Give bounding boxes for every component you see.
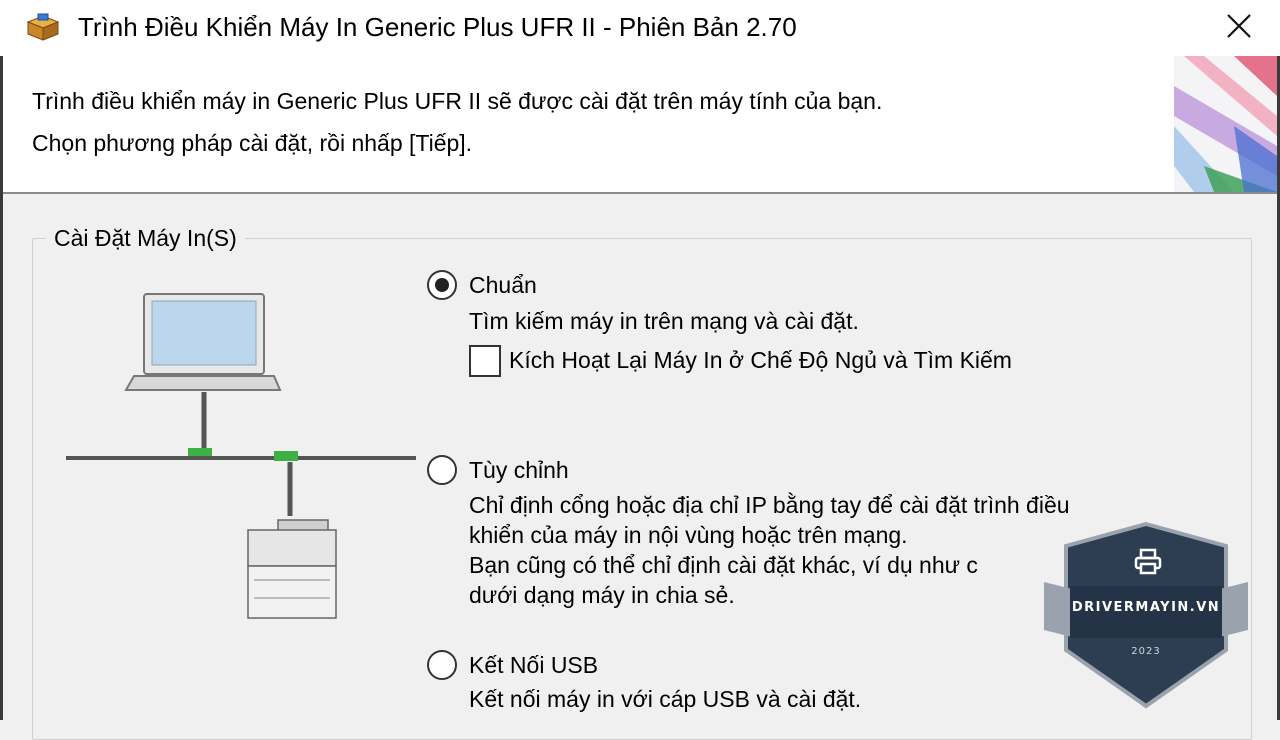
- close-icon: [1227, 14, 1251, 38]
- printer-icon: [1134, 548, 1162, 575]
- close-button[interactable]: [1216, 6, 1262, 48]
- header-banner-graphic: [1174, 56, 1277, 192]
- header-panel: Trình điều khiển máy in Generic Plus UFR…: [0, 56, 1280, 194]
- radio-usb[interactable]: [427, 650, 457, 680]
- option-standard-desc: Tìm kiếm máy in trên mạng và cài đặt.: [469, 308, 859, 334]
- option-custom-label[interactable]: Tùy chỉnh: [469, 455, 569, 485]
- window-title: Trình Điều Khiển Máy In Generic Plus UFR…: [78, 12, 797, 42]
- option-usb-label[interactable]: Kết Nối USB: [469, 650, 598, 680]
- header-line-1: Trình điều khiển máy in Generic Plus UFR…: [32, 88, 883, 114]
- radio-custom[interactable]: [427, 455, 457, 485]
- watermark-badge: DRIVERMAYIN.VN 2023: [1040, 520, 1252, 710]
- group-title: Cài Đặt Máy In(S): [46, 223, 245, 253]
- wake-sleeping-printers-label[interactable]: Kích Hoạt Lại Máy In ở Chế Độ Ngủ và Tìm…: [509, 345, 1012, 375]
- title-bar: Trình Điều Khiển Máy In Generic Plus UFR…: [0, 0, 1280, 56]
- option-standard-label[interactable]: Chuẩn: [469, 270, 537, 300]
- option-custom-desc-3: Bạn cũng có thể chỉ định cài đặt khác, v…: [469, 552, 978, 578]
- header-line-2: Chọn phương pháp cài đặt, rồi nhấp [Tiếp…: [32, 130, 473, 156]
- installer-box-icon: [26, 13, 60, 41]
- network-diagram-illustration: [66, 293, 416, 619]
- laptop-icon: [124, 293, 282, 391]
- radio-standard[interactable]: [427, 270, 457, 300]
- option-custom-desc-1: Chỉ định cổng hoặc địa chỉ IP bằng tay đ…: [469, 492, 1070, 518]
- window-border-left: [0, 56, 3, 720]
- wake-sleeping-printers-checkbox[interactable]: [469, 345, 501, 377]
- option-custom-desc-2: khiển của máy in nội vùng hoặc trên mạng…: [469, 522, 908, 548]
- printer-device-icon: [247, 519, 337, 619]
- option-usb-desc: Kết nối máy in với cáp USB và cài đặt.: [469, 686, 862, 712]
- watermark-text: DRIVERMAYIN.VN: [1071, 600, 1221, 615]
- radio-selected-dot: [435, 278, 449, 292]
- watermark-year: 2023: [1131, 646, 1161, 657]
- option-custom-desc-4: dưới dạng máy in chia sẻ.: [469, 582, 735, 608]
